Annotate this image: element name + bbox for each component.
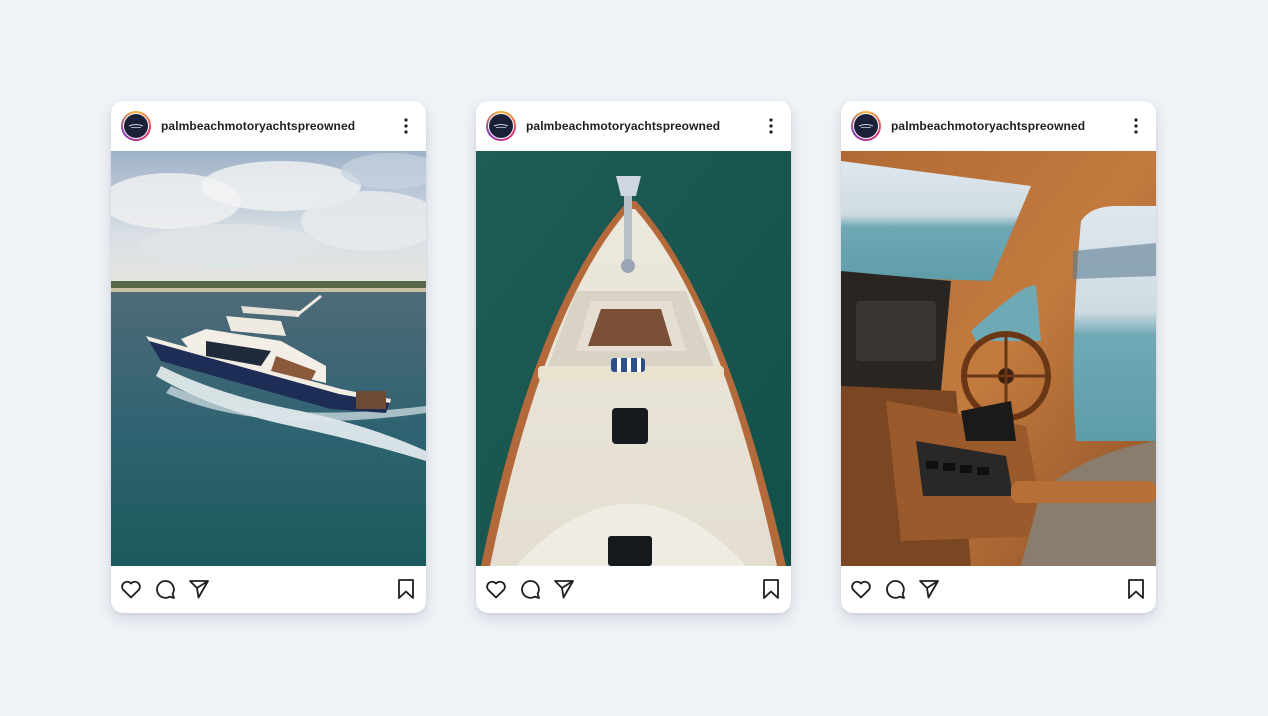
- send-icon: [919, 580, 939, 599]
- more-vertical-icon: [769, 118, 773, 134]
- username[interactable]: palmbeachmotoryachtspreowned: [526, 119, 720, 133]
- post-actions: [841, 566, 1156, 613]
- avatar[interactable]: [486, 111, 516, 141]
- brand-logo-icon: [124, 114, 148, 138]
- post-header: palmbeachmotoryachtspreowned: [841, 101, 1156, 151]
- send-icon: [554, 580, 574, 599]
- heart-icon: [851, 580, 871, 599]
- send-icon: [189, 580, 209, 599]
- comment-icon: [886, 580, 905, 599]
- more-options-button[interactable]: [398, 115, 414, 137]
- comment-button[interactable]: [518, 577, 542, 601]
- post-photo[interactable]: [476, 151, 791, 566]
- save-button[interactable]: [394, 577, 418, 601]
- more-options-button[interactable]: [1128, 115, 1144, 137]
- comment-button[interactable]: [883, 577, 907, 601]
- post-card-1: palmbeachmotoryachtspreowned: [111, 101, 426, 613]
- brand-logo-icon: [854, 114, 878, 138]
- brand-logo-icon: [489, 114, 513, 138]
- heart-icon: [121, 580, 141, 599]
- post-header: palmbeachmotoryachtspreowned: [111, 101, 426, 151]
- like-button[interactable]: [484, 577, 508, 601]
- post-header: palmbeachmotoryachtspreowned: [476, 101, 791, 151]
- post-actions: [476, 566, 791, 613]
- more-options-button[interactable]: [763, 115, 779, 137]
- post-photo[interactable]: [841, 151, 1156, 566]
- share-button[interactable]: [552, 577, 576, 601]
- post-photo[interactable]: [111, 151, 426, 566]
- post-card-2: palmbeachmotoryachtspreowned: [476, 101, 791, 613]
- username[interactable]: palmbeachmotoryachtspreowned: [891, 119, 1085, 133]
- bookmark-icon: [1128, 579, 1144, 599]
- comment-icon: [521, 580, 540, 599]
- post-card-3: palmbeachmotoryachtspreowned: [841, 101, 1156, 613]
- post-actions: [111, 566, 426, 613]
- like-button[interactable]: [849, 577, 873, 601]
- avatar[interactable]: [121, 111, 151, 141]
- bookmark-icon: [763, 579, 779, 599]
- more-vertical-icon: [404, 118, 408, 134]
- save-button[interactable]: [759, 577, 783, 601]
- save-button[interactable]: [1124, 577, 1148, 601]
- more-vertical-icon: [1134, 118, 1138, 134]
- share-button[interactable]: [917, 577, 941, 601]
- comment-icon: [156, 580, 175, 599]
- username[interactable]: palmbeachmotoryachtspreowned: [161, 119, 355, 133]
- avatar[interactable]: [851, 111, 881, 141]
- share-button[interactable]: [187, 577, 211, 601]
- comment-button[interactable]: [153, 577, 177, 601]
- heart-icon: [486, 580, 506, 599]
- like-button[interactable]: [119, 577, 143, 601]
- bookmark-icon: [398, 579, 414, 599]
